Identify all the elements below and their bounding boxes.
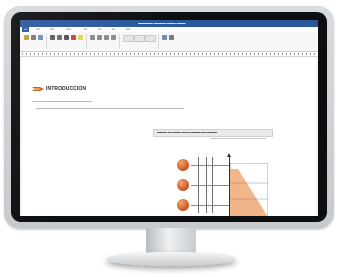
monitor-stand-neck [146, 228, 196, 255]
pressure-diagram [230, 163, 268, 216]
paragraph-line [32, 101, 92, 102]
align-center-icon[interactable] [111, 35, 116, 40]
ribbon-separator [86, 34, 87, 49]
document-page[interactable]: INTRODUCCION ▬▬▬▬ ▬▬ ▬▬▬ ▬▬ ▬ ▬▬▬▬ ▬▬ ▬▬… [22, 57, 316, 216]
paste-icon[interactable] [24, 35, 29, 40]
copy-icon[interactable] [38, 35, 43, 40]
replace-icon[interactable] [169, 35, 174, 40]
style-heading-1[interactable] [134, 35, 145, 42]
title-bar: ▬▬▬▬▬ ▬▬▬▬ ▬▬▬ ▬▬▬ [20, 20, 318, 35]
bullets-icon[interactable] [90, 35, 95, 40]
dimension-tick [191, 205, 229, 206]
style-heading-2[interactable] [145, 35, 156, 42]
monitor-bezel: ▬▬▬▬▬ ▬▬▬▬ ▬▬▬ ▬▬▬ ▪▪▪ ▪▪▪▪ ▪▪▪▪ ▪▪▪▪▪ ▪… [11, 12, 327, 222]
window-title: ▬▬▬▬▬ ▬▬▬▬ ▬▬▬ ▬▬▬ [138, 21, 186, 25]
formula-caption [210, 138, 266, 139]
find-icon[interactable] [162, 35, 167, 40]
font-color-icon[interactable] [71, 35, 76, 40]
dimension-tick [191, 165, 229, 166]
heading-text: INTRODUCCION [46, 86, 87, 92]
numbering-icon[interactable] [97, 35, 102, 40]
italic-icon[interactable] [57, 35, 62, 40]
ribbon-separator [158, 34, 159, 49]
formula-text: ▬▬▬▬ ▬▬ ▬▬▬ ▬▬ ▬ ▬▬▬▬ ▬▬ ▬▬▬▬ [157, 131, 217, 134]
ribbon [20, 32, 318, 52]
highlight-icon[interactable] [78, 35, 83, 40]
monitor: ▬▬▬▬▬ ▬▬▬▬ ▬▬▬ ▬▬▬ ▪▪▪ ▪▪▪▪ ▪▪▪▪ ▪▪▪▪▪ ▪… [4, 6, 334, 229]
cut-icon[interactable] [31, 35, 36, 40]
dimension-tick [191, 185, 229, 186]
formula-box: ▬▬▬▬ ▬▬ ▬▬▬ ▬▬ ▬ ▬▬▬▬ ▬▬ ▬▬▬▬ [153, 129, 273, 137]
screen: ▬▬▬▬▬ ▬▬▬▬ ▬▬▬ ▬▬▬ ▪▪▪ ▪▪▪▪ ▪▪▪▪ ▪▪▪▪▪ ▪… [20, 20, 318, 216]
ball [177, 179, 189, 191]
heading-bullet-icon [32, 87, 44, 91]
ball [177, 199, 189, 211]
align-left-icon[interactable] [104, 35, 109, 40]
window-controls [301, 22, 315, 35]
ball [177, 159, 189, 171]
monitor-stand-base [106, 252, 236, 266]
scene: ▬▬▬▬▬ ▬▬▬▬ ▬▬▬ ▬▬▬ ▪▪▪ ▪▪▪▪ ▪▪▪▪ ▪▪▪▪▪ ▪… [0, 0, 339, 277]
ribbon-separator [46, 34, 47, 49]
underline-icon[interactable] [64, 35, 69, 40]
ruler-ticks [22, 53, 316, 55]
bold-icon[interactable] [50, 35, 55, 40]
paragraph-line [36, 108, 184, 109]
style-normal[interactable] [123, 35, 134, 42]
ribbon-separator [119, 34, 120, 49]
